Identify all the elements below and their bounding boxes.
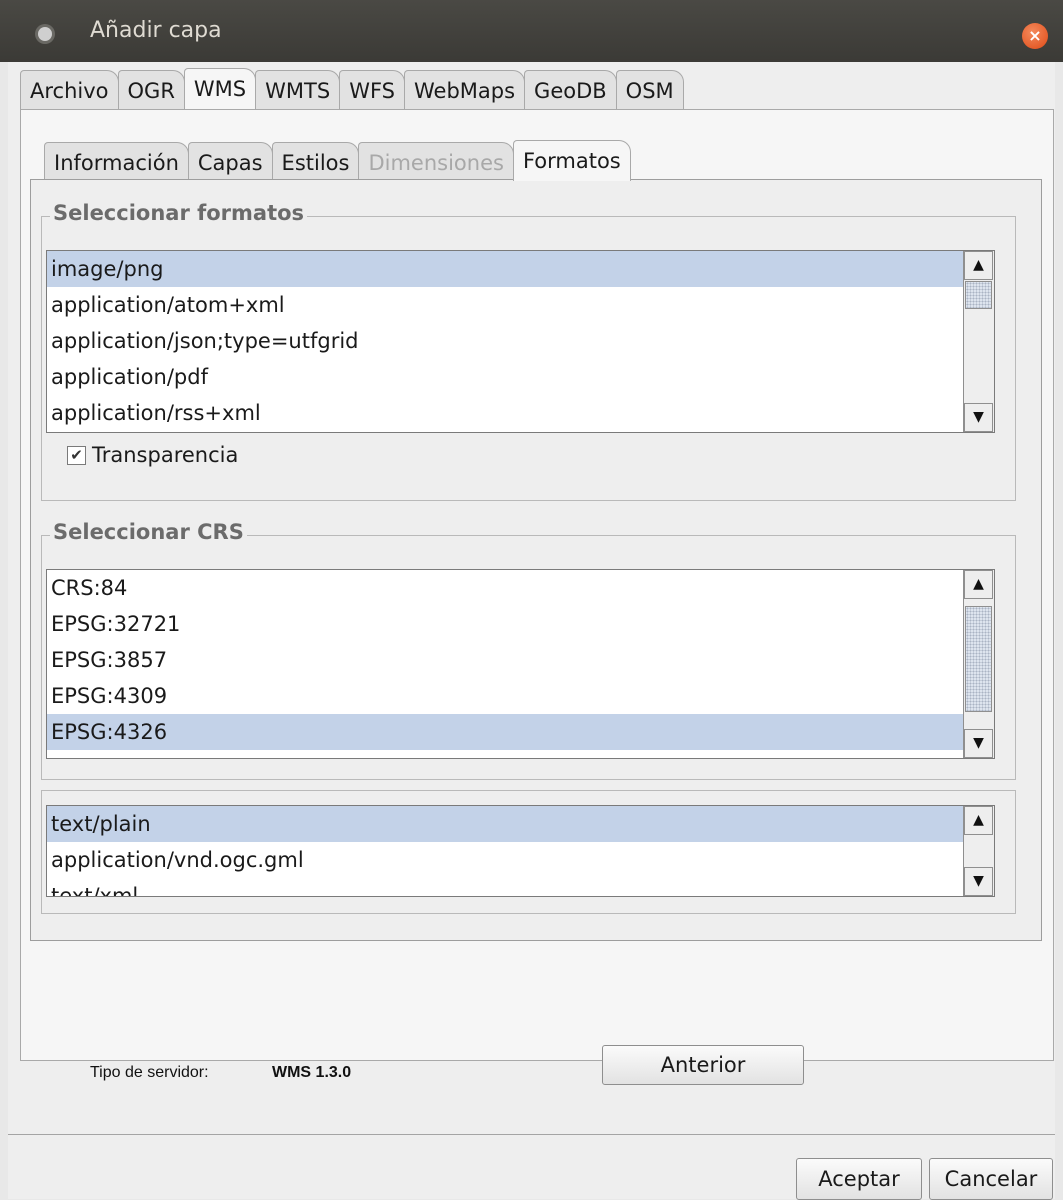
wms-subtabs: Información Capas Estilos Dimensiones Fo… [44,140,631,181]
list-item[interactable]: text/xml [47,878,994,896]
tab-dimensiones: Dimensiones [358,142,514,181]
scroll-up-icon[interactable]: ▲ [964,251,993,280]
scrollbar-thumb[interactable] [965,281,992,309]
crs-group: Seleccionar CRS CRS:84 EPSG:32721 EPSG:3… [41,520,1016,780]
server-type-label: Tipo de servidor: [90,1064,209,1081]
scroll-up-icon[interactable]: ▲ [964,806,993,835]
list-item[interactable]: image/png [47,251,994,287]
tab-estilos[interactable]: Estilos [271,142,360,181]
list-item[interactable]: application/vnd.ogc.gml [47,842,994,878]
tab-webmaps[interactable]: WebMaps [404,70,526,109]
scroll-up-icon[interactable]: ▲ [964,570,993,599]
tab-capas[interactable]: Capas [187,142,273,181]
info-formats-list[interactable]: text/plain application/vnd.ogc.gml text/… [46,805,995,897]
scroll-down-icon[interactable]: ▼ [964,867,993,896]
server-type-value: WMS 1.3.0 [272,1064,352,1081]
crs-scrollbar[interactable]: ▲ ▼ [963,570,994,758]
scroll-down-icon[interactable]: ▼ [964,403,993,432]
tab-ogr[interactable]: OGR [117,70,185,109]
tab-formatos[interactable]: Formatos [512,140,631,181]
transparency-checkbox-row[interactable]: ✔ Transparencia [67,443,238,467]
list-item[interactable]: EPSG:4326 [47,714,994,750]
tab-wfs[interactable]: WFS [339,70,405,109]
app-icon [38,27,52,41]
transparency-label: Transparencia [92,443,239,467]
dialog-body: Archivo OGR WMS WMTS WFS WebMaps GeoDB O… [8,62,1055,1200]
list-item[interactable]: EPSG:32721 [47,606,994,642]
formatos-panel: Seleccionar formatos image/png applicati… [30,179,1042,941]
transparency-checkbox[interactable]: ✔ [67,445,86,465]
list-item[interactable]: EPSG:4309 [47,678,994,714]
scroll-down-icon[interactable]: ▼ [964,729,993,758]
cancel-button[interactable]: Cancelar [929,1158,1053,1200]
window-title: Añadir capa [90,18,222,43]
list-item[interactable]: CRS:84 [47,570,994,606]
formats-group-title: Seleccionar formatos [50,201,308,225]
formats-group: Seleccionar formatos image/png applicati… [41,201,1016,501]
formats-list[interactable]: image/png application/atom+xml applicati… [46,250,995,433]
info-formats-scrollbar[interactable]: ▲ ▼ [963,806,994,896]
list-item[interactable]: application/rss+xml [47,395,994,431]
crs-list[interactable]: CRS:84 EPSG:32721 EPSG:3857 EPSG:4309 EP… [46,569,995,759]
tab-wmts[interactable]: WMTS [255,70,341,109]
list-item[interactable]: text/plain [47,806,994,842]
tab-osm[interactable]: OSM [615,70,684,109]
list-item[interactable]: application/atom+xml [47,287,994,323]
tab-archivo[interactable]: Archivo [20,70,119,109]
close-icon[interactable]: × [1022,23,1048,49]
scrollbar-thumb[interactable] [965,606,992,712]
list-item[interactable]: application/pdf [47,359,994,395]
crs-group-title: Seleccionar CRS [50,520,247,544]
list-item[interactable]: EPSG:3857 [47,642,994,678]
tab-wms[interactable]: WMS [183,68,257,109]
window-titlebar: Añadir capa × [0,0,1063,62]
tab-geodb[interactable]: GeoDB [524,70,617,109]
info-formats-group: text/plain application/vnd.ogc.gml text/… [41,790,1016,914]
source-tabs: Archivo OGR WMS WMTS WFS WebMaps GeoDB O… [20,68,684,109]
previous-button[interactable]: Anterior [602,1045,804,1085]
list-item[interactable]: application/json;type=utfgrid [47,323,994,359]
formats-scrollbar[interactable]: ▲ ▼ [963,251,994,432]
accept-button[interactable]: Aceptar [796,1158,922,1200]
footer-separator [8,1134,1055,1135]
tab-informacion[interactable]: Información [44,142,189,181]
